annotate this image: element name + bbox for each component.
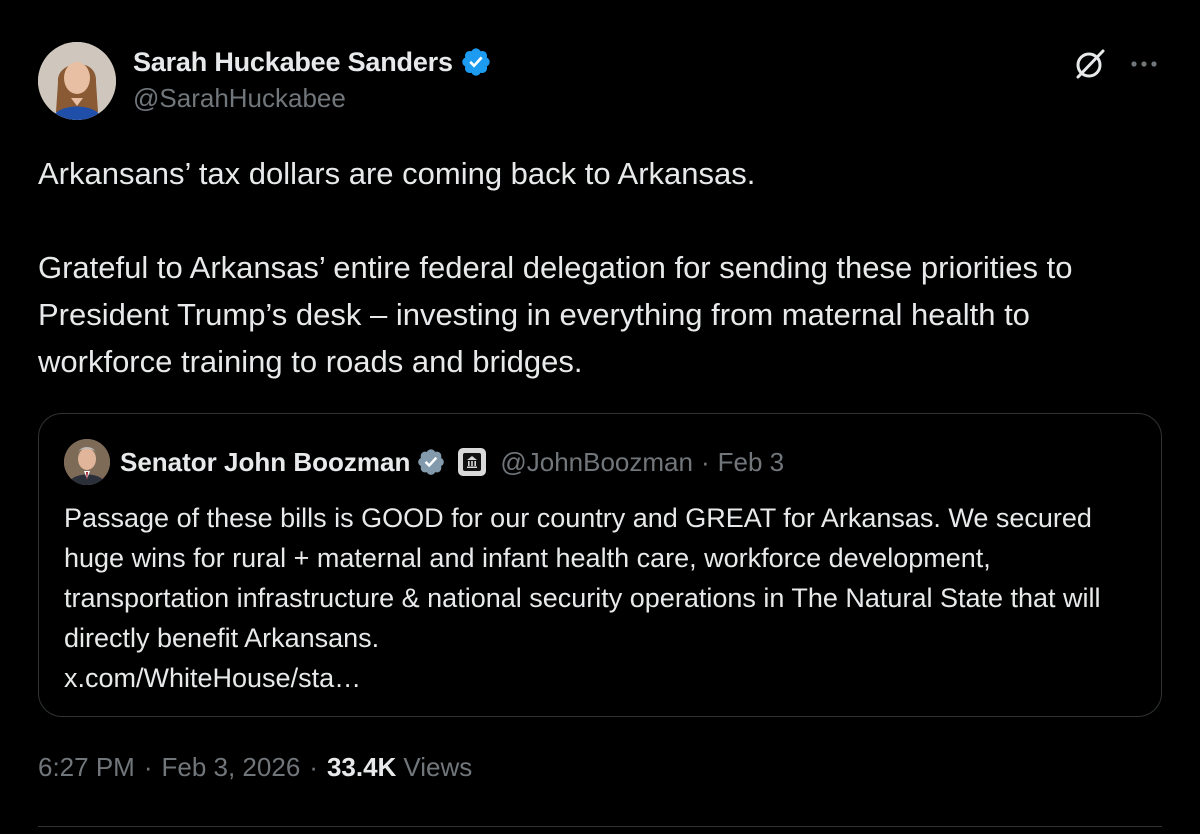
post-text-paragraph-1: Arkansans’ tax dollars are coming back t… <box>38 156 756 191</box>
views-label: Views <box>403 752 473 782</box>
government-affiliation-icon[interactable] <box>458 448 487 476</box>
post-time[interactable]: 6:27 PM <box>38 752 135 783</box>
post-text-paragraph-2: Grateful to Arkansas’ entire federal del… <box>38 250 1073 379</box>
author-display-name[interactable]: Sarah Huckabee Sanders <box>133 47 453 78</box>
quoted-separator: · <box>700 446 710 477</box>
quoted-post-header: Senator John Boozman @JohnBoozman · Feb … <box>64 438 784 486</box>
quoted-author-handle[interactable]: @JohnBoozman <box>500 447 693 478</box>
author-info: Sarah Huckabee Sanders @SarahHuckabee <box>133 43 492 114</box>
views-count[interactable]: 33.4K <box>327 752 396 783</box>
verified-badge-icon[interactable] <box>460 46 492 78</box>
more-icon[interactable] <box>1128 48 1160 80</box>
post-text: Arkansans’ tax dollars are coming back t… <box>38 150 1148 385</box>
post-actions-top <box>1072 46 1160 82</box>
author-handle[interactable]: @SarahHuckabee <box>133 83 492 114</box>
quoted-post-link[interactable]: x.com/WhiteHouse/sta… <box>64 663 361 693</box>
grok-icon[interactable] <box>1072 46 1108 82</box>
quoted-author-display-name[interactable]: Senator John Boozman <box>120 447 410 478</box>
quoted-post-text: Passage of these bills is GOOD for our c… <box>64 498 1134 698</box>
meta-separator-2: · <box>309 752 318 782</box>
author-avatar[interactable] <box>38 42 116 120</box>
post: Sarah Huckabee Sanders @SarahHuckabee Ar… <box>0 0 1200 834</box>
meta-separator-1: · <box>143 752 153 782</box>
quoted-post-body: Passage of these bills is GOOD for our c… <box>64 503 1101 653</box>
divider <box>38 826 1162 827</box>
post-meta: 6:27 PM · Feb 3, 2026 · 33.4K Views <box>38 752 472 783</box>
quoted-author-avatar[interactable] <box>64 439 110 485</box>
quoted-post[interactable]: Senator John Boozman @JohnBoozman · Feb … <box>38 413 1162 717</box>
quoted-verified-badge-icon[interactable] <box>416 447 446 477</box>
quoted-post-date[interactable]: Feb 3 <box>718 447 785 478</box>
post-date[interactable]: Feb 3, 2026 <box>162 752 301 783</box>
